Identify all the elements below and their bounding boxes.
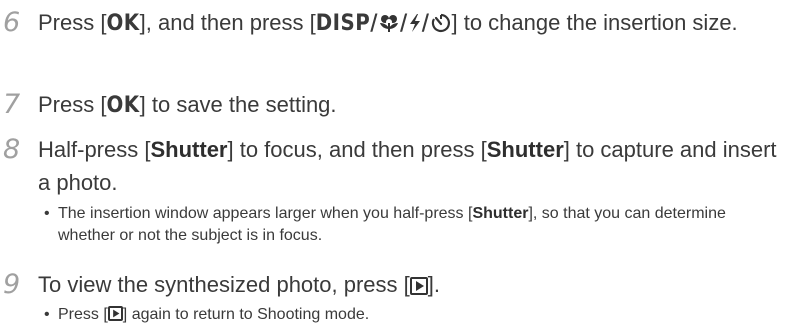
step-number: 6 (3, 7, 21, 38)
playback-icon (107, 306, 123, 321)
step-text: To view the synthesized photo, press []. (38, 272, 440, 297)
macro-flower-icon (380, 15, 399, 32)
step-number: 9 (3, 269, 21, 300)
disp-key: DISP/ (315, 11, 379, 36)
flash-icon (409, 14, 420, 32)
ok-key: OK (106, 11, 140, 36)
step-number: 8 (3, 134, 21, 165)
step-text: Half-press [Shutter] to focus, and then … (38, 137, 777, 195)
shutter-key: Shutter (486, 137, 564, 162)
bullet-dot: • (44, 306, 50, 323)
shutter-key: Shutter (472, 205, 529, 222)
step-bullet: • The insertion window appears larger wh… (44, 205, 726, 244)
self-timer-icon (431, 13, 450, 33)
step-text: Press [OK], and then press [DISP/ / / ] … (38, 10, 738, 36)
ok-key: OK (106, 93, 140, 118)
shutter-key: Shutter (150, 137, 228, 162)
playback-icon (409, 277, 428, 295)
step-text: Press [OK] to save the setting. (38, 92, 337, 118)
bullet-dot: • (44, 205, 50, 222)
step-bullet: • Press [] again to return to Shooting m… (44, 304, 783, 326)
step-number: 7 (3, 89, 21, 120)
